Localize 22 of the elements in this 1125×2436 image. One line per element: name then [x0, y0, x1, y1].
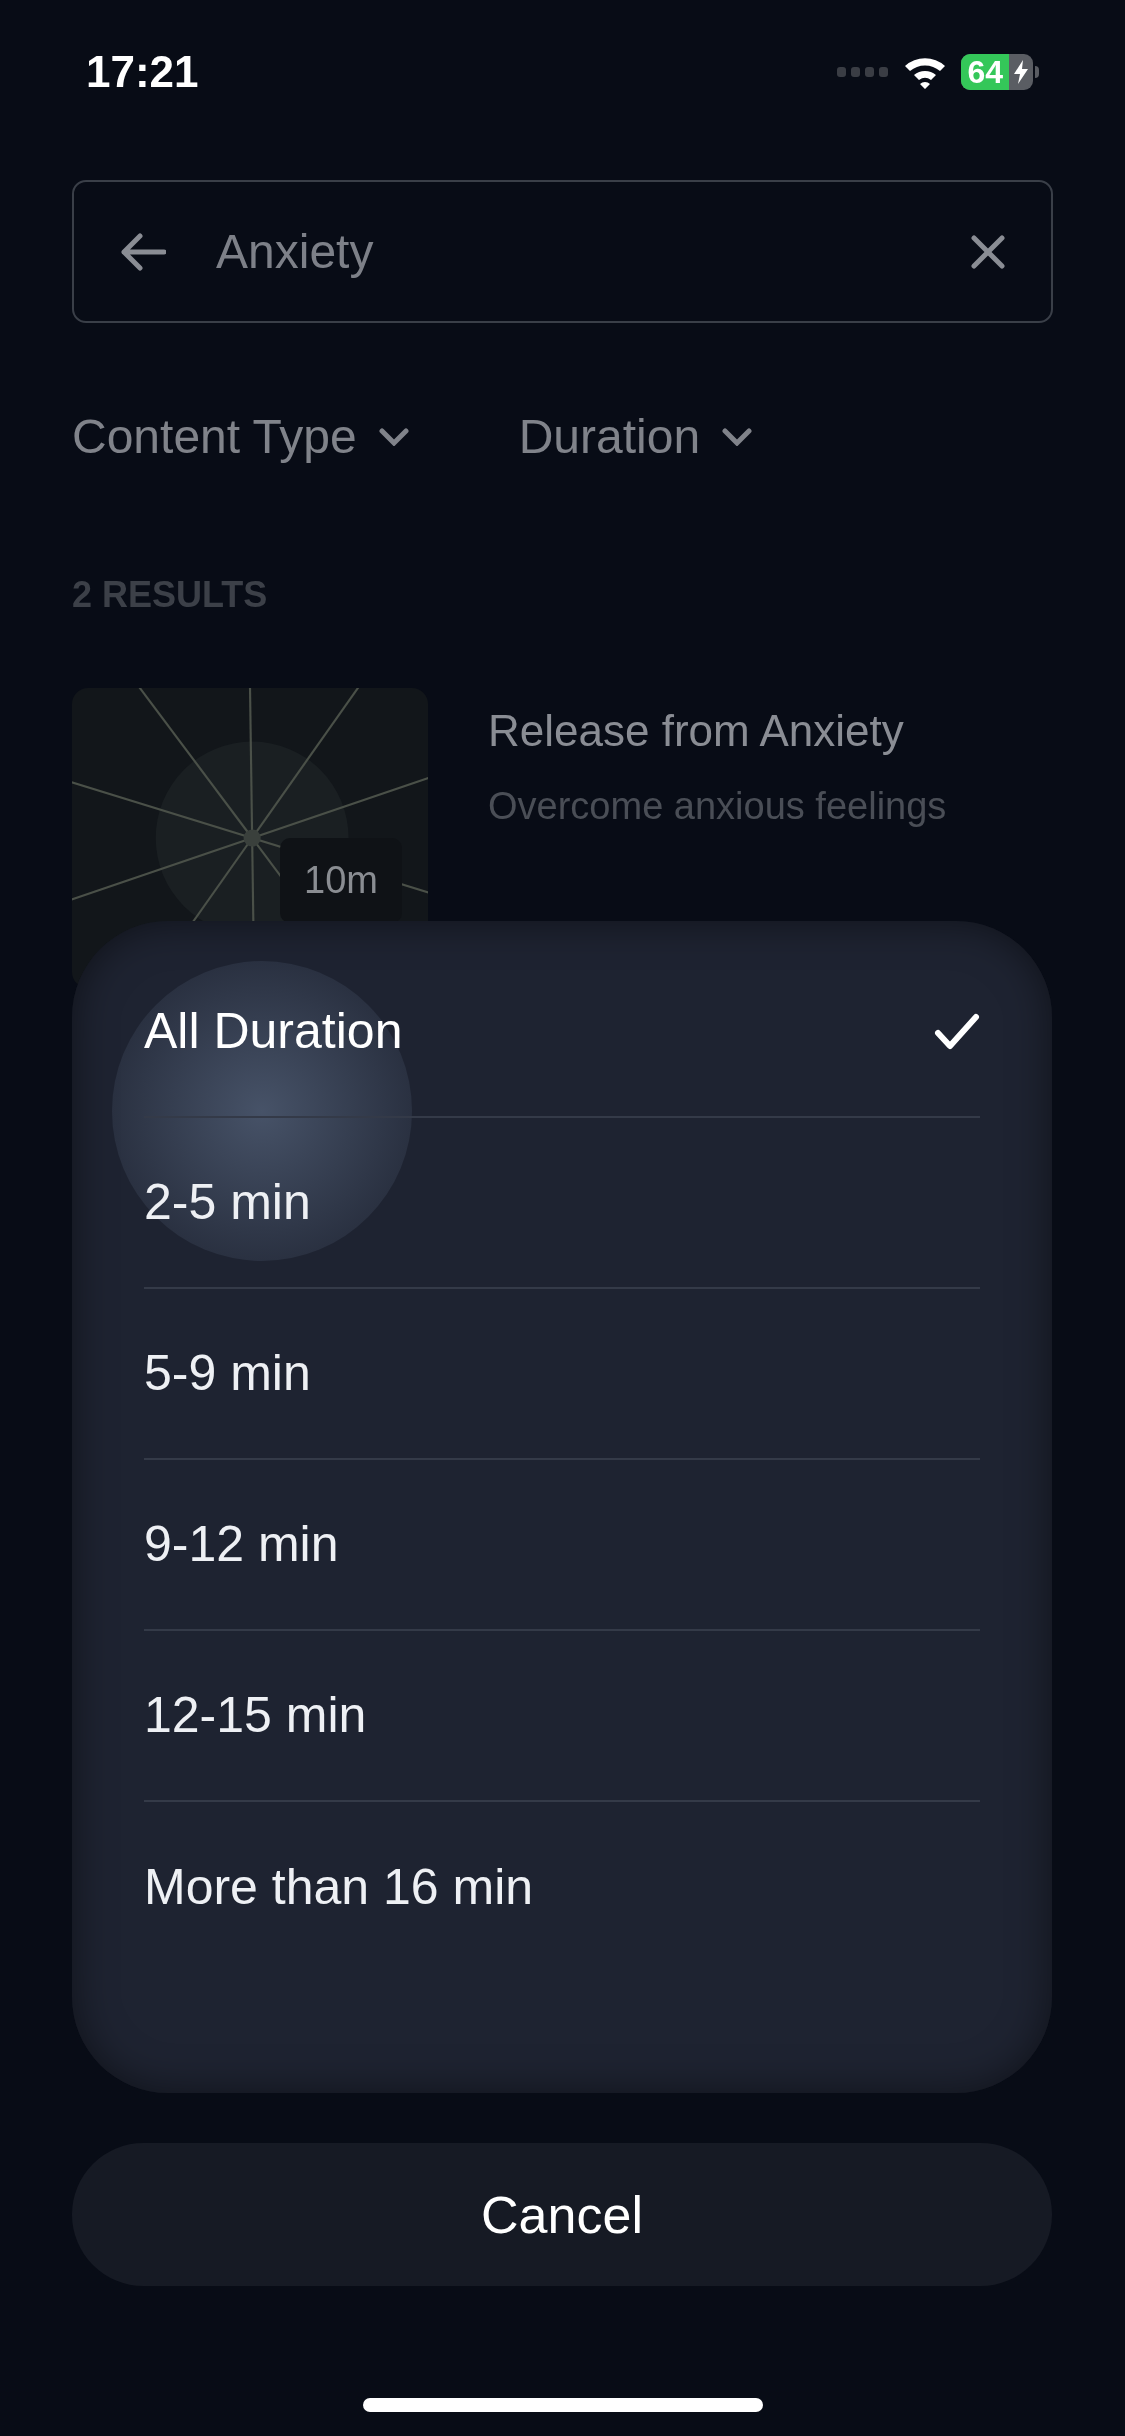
duration-option[interactable]: 9-12 min [144, 1460, 980, 1631]
status-time: 17:21 [86, 46, 199, 98]
signal-icon [837, 66, 890, 78]
back-arrow-icon[interactable] [120, 231, 166, 272]
duration-option[interactable]: All Duration [144, 947, 980, 1118]
cancel-button[interactable]: Cancel [72, 2143, 1052, 2286]
search-input[interactable]: Anxiety [216, 215, 971, 288]
filter-dropdown[interactable]: Duration [518, 401, 753, 473]
duration-option[interactable]: 12-15 min [144, 1631, 980, 1802]
duration-option[interactable]: 5-9 min [144, 1289, 980, 1460]
duration-option[interactable]: 2-5 min [144, 1118, 980, 1289]
result-subtitle: Overcome anxious feelings [488, 784, 947, 829]
chevron-down-icon [378, 428, 409, 446]
chevron-down-icon [722, 428, 753, 446]
duration-option[interactable]: More than 16 min [144, 1802, 980, 1973]
wifi-icon [903, 55, 948, 89]
checkmark-icon [934, 1012, 980, 1051]
clear-icon[interactable] [971, 234, 1005, 269]
search-field[interactable]: Anxiety [72, 180, 1053, 323]
filter-dropdown[interactable]: Content Type [72, 401, 409, 473]
duration-badge: 10m [280, 838, 402, 923]
result-title[interactable]: Release from Anxiety [488, 698, 947, 764]
